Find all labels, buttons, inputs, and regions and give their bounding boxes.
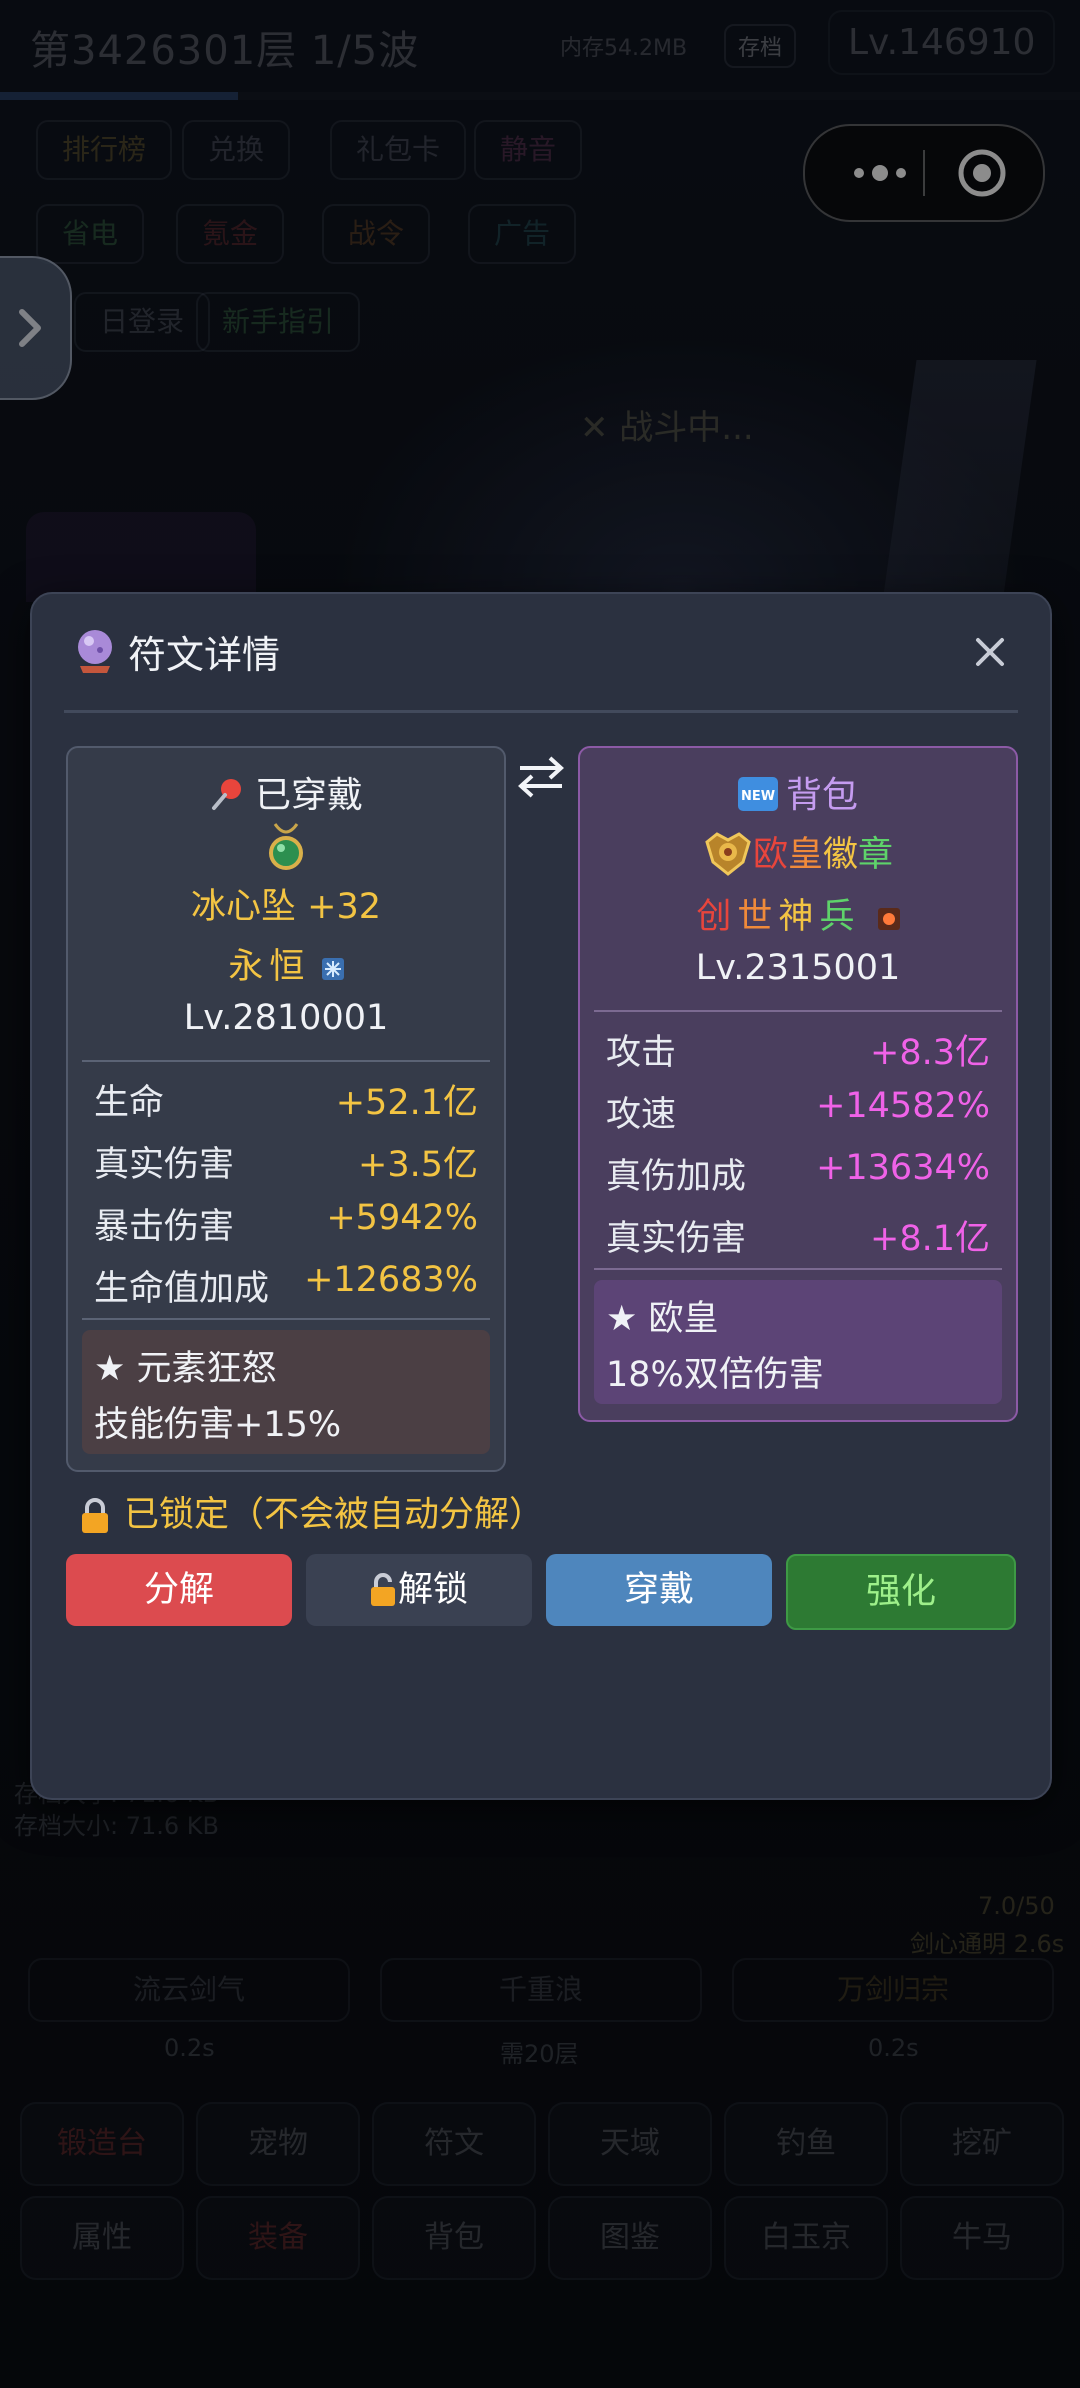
stat-label: 真实伤害 xyxy=(606,1219,747,1259)
stat-label: 暴击伤害 xyxy=(94,1207,235,1247)
equipped-quality-text: 永恒 xyxy=(228,947,311,987)
rune-detail-modal: 符文详情 已穿戴 冰心坠 +32 永恒 Lv.2810001 生命 +52.1亿… xyxy=(30,592,1052,1800)
name-char: 欧 xyxy=(752,835,788,875)
stat-row: 真实伤害 +8.1亿 xyxy=(606,1210,990,1260)
backpack-rune-card: NEW 背包 欧皇徽章 创世神兵 Lv.2315001 攻击 +8.3亿 攻速 … xyxy=(578,746,1018,1422)
backpack-rune-level: Lv.2315001 xyxy=(695,948,901,988)
effect-description: 技能伤害+15% xyxy=(94,1405,342,1445)
stat-value: +8.3亿 xyxy=(870,1033,990,1073)
upgrade-label: 强化 xyxy=(865,1572,936,1612)
stat-row: 真伤加成 +13634% xyxy=(606,1148,990,1198)
decompose-button[interactable]: 分解 xyxy=(66,1554,292,1626)
special-effect-box: ★ 欧皇 18%双倍伤害 xyxy=(594,1280,1002,1404)
stat-value: +12683% xyxy=(304,1260,478,1300)
backpack-header-text: 背包 xyxy=(785,775,858,816)
stat-row: 真实伤害 +3.5亿 xyxy=(94,1136,478,1186)
effect-title: ★ 欧皇 xyxy=(606,1299,719,1339)
lock-status-text: 已锁定（不会被自动分解） xyxy=(124,1495,545,1535)
stat-value: +52.1亿 xyxy=(335,1083,478,1123)
modal-title: 符文详情 xyxy=(128,633,281,677)
stat-row: 生命 +52.1亿 xyxy=(94,1074,478,1124)
rune-icon-pendant xyxy=(68,820,504,881)
equip-label: 穿戴 xyxy=(623,1570,694,1610)
stat-label: 真伤加成 xyxy=(606,1157,747,1197)
stat-value: +13634% xyxy=(816,1148,990,1188)
name-char: 徽 xyxy=(823,835,859,875)
decompose-label: 分解 xyxy=(143,1570,214,1610)
lock-icon xyxy=(82,1498,108,1533)
quality-char: 世 xyxy=(737,897,779,937)
stat-label: 攻速 xyxy=(606,1095,677,1135)
stat-value: +14582% xyxy=(816,1086,990,1126)
pendant-icon xyxy=(269,823,303,870)
name-char: 章 xyxy=(858,835,894,875)
snowflake-icon xyxy=(321,958,344,980)
header-divider xyxy=(64,710,1018,713)
upgrade-button[interactable]: 强化 xyxy=(786,1554,1016,1630)
stats-divider xyxy=(82,1060,490,1062)
quality-char: 创 xyxy=(696,897,738,937)
stat-label: 生命 xyxy=(94,1083,165,1123)
equip-button[interactable]: 穿戴 xyxy=(546,1554,772,1626)
stat-value: +5942% xyxy=(326,1198,478,1238)
equipped-rune-name: 冰心坠 +32 xyxy=(191,887,381,927)
stat-row: 攻击 +8.3亿 xyxy=(606,1024,990,1074)
stat-row: 暴击伤害 +5942% xyxy=(94,1198,478,1248)
stat-row: 攻速 +14582% xyxy=(606,1086,990,1136)
special-effect-box: ★ 元素狂怒 技能伤害+15% xyxy=(82,1330,490,1454)
backpack-rune-name: 欧皇徽章 xyxy=(580,826,1016,877)
close-icon[interactable] xyxy=(972,634,1008,670)
swap-arrows-icon xyxy=(518,756,564,798)
stat-value: +3.5亿 xyxy=(358,1145,478,1185)
stats-divider xyxy=(594,1010,1002,1012)
equipped-header: 已穿戴 xyxy=(68,766,504,818)
svg-text:NEW: NEW xyxy=(741,789,775,804)
modal-header: 符文详情 xyxy=(32,594,1050,712)
quality-char: 神 xyxy=(778,897,820,937)
unlock-label: 解锁 xyxy=(397,1570,468,1610)
name-char: 皇 xyxy=(787,835,823,875)
emperor-badge-icon xyxy=(705,832,751,876)
equipped-header-text: 已穿戴 xyxy=(254,775,363,816)
stats-divider xyxy=(594,1268,1002,1270)
unlock-icon xyxy=(370,1573,395,1606)
stat-value: +8.1亿 xyxy=(870,1219,990,1259)
backpack-rune-quality: 创世神兵 xyxy=(580,888,1016,939)
quality-char: 兵 xyxy=(819,897,861,937)
unlock-button[interactable]: 解锁 xyxy=(306,1554,532,1626)
stats-divider xyxy=(82,1318,490,1320)
stat-label: 生命值加成 xyxy=(94,1269,270,1309)
equipped-rune-card: 已穿戴 冰心坠 +32 永恒 Lv.2810001 生命 +52.1亿 真实伤害… xyxy=(66,746,506,1472)
equipped-rune-level: Lv.2810001 xyxy=(183,998,389,1038)
lock-status: 已锁定（不会被自动分解） xyxy=(80,1486,544,1537)
stat-label: 真实伤害 xyxy=(94,1145,235,1185)
backpack-header: NEW 背包 xyxy=(580,766,1016,818)
effect-title: ★ 元素狂怒 xyxy=(94,1349,277,1389)
pushpin-icon xyxy=(211,779,241,810)
equipped-rune-quality: 永恒 xyxy=(68,938,504,989)
new-badge-icon: NEW xyxy=(737,777,778,811)
crystal-ball-icon xyxy=(78,630,112,673)
stat-label: 攻击 xyxy=(606,1033,677,1073)
effect-description: 18%双倍伤害 xyxy=(606,1355,824,1395)
stat-row: 生命值加成 +12683% xyxy=(94,1260,478,1310)
sparkle-icon xyxy=(877,908,900,930)
